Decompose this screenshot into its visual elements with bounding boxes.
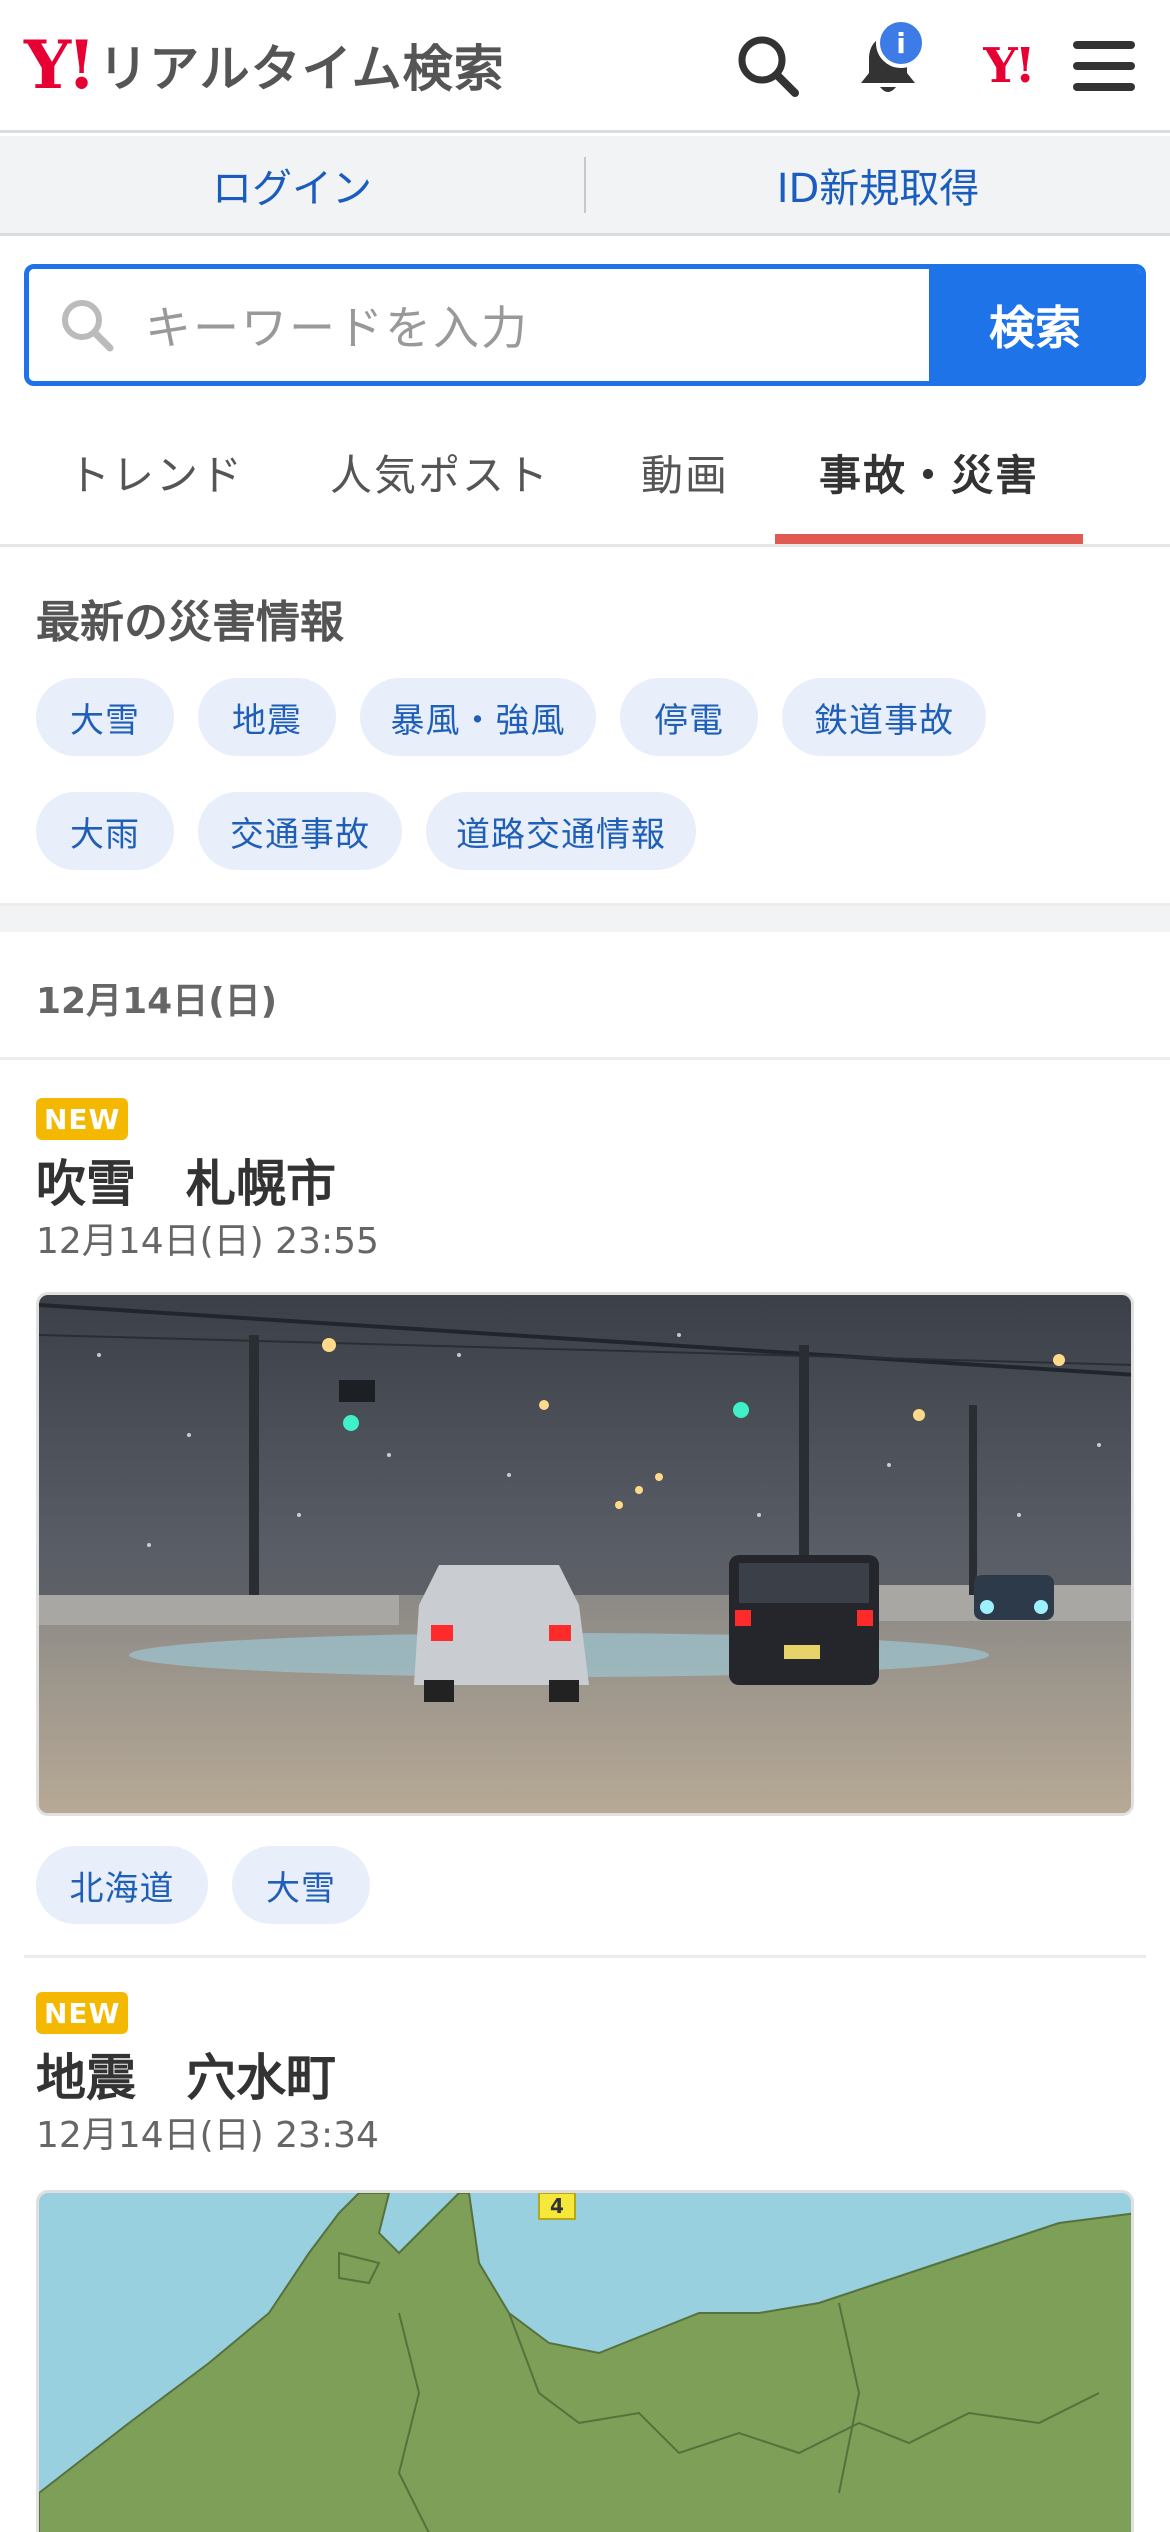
date-label: 12月14日(日) — [36, 981, 278, 1022]
search-input[interactable]: キーワードを入力 — [29, 269, 929, 381]
tab-video[interactable]: 動画 — [610, 400, 760, 544]
post-card[interactable]: NEW 吹雪 札幌市 12月14日(日) 23:55 北海道 大雪 — [0, 1060, 1170, 1960]
notification-bell-button[interactable]: i — [850, 18, 926, 104]
chip-heavy-snow[interactable]: 大雪 — [36, 678, 174, 756]
new-badge: NEW — [36, 1098, 129, 1140]
chip-power-outage[interactable]: 停電 — [620, 678, 758, 756]
date-header: 12月14日(日) — [0, 932, 1170, 1060]
chip-road-traffic[interactable]: 道路交通情報 — [426, 792, 696, 870]
section-title: 最新の災害情報 — [36, 597, 344, 648]
intensity-map-image: 4 — [39, 2193, 1131, 2532]
login-link[interactable]: ログイン — [0, 136, 584, 233]
snowstorm-photo[interactable] — [36, 1292, 1134, 1816]
post-title[interactable]: 地震 穴水町 — [36, 2038, 336, 2110]
tab-accident-disaster[interactable]: 事故・災害 — [775, 400, 1083, 544]
section-gap — [0, 906, 1170, 932]
search-placeholder: キーワードを入力 — [145, 301, 529, 355]
chip-traffic-accident[interactable]: 交通事故 — [198, 792, 402, 870]
notification-badge: i — [876, 18, 926, 68]
search-form: キーワードを入力 検索 — [24, 264, 1146, 386]
search-button[interactable]: 検索 — [929, 269, 1141, 381]
account-bar: ログイン ID新規取得 — [0, 136, 1170, 236]
search-icon[interactable] — [730, 28, 806, 104]
yahoo-japan-icon[interactable]: Y! — [968, 28, 1048, 104]
chip-heavy-rain[interactable]: 大雨 — [36, 792, 174, 870]
tag-heavy-snow[interactable]: 大雪 — [232, 1846, 370, 1924]
register-link[interactable]: ID新規取得 — [586, 136, 1170, 233]
disaster-info-section: 最新の災害情報 大雪 地震 暴風・強風 停電 鉄道事故 大雨 交通事故 道路交通… — [0, 550, 1170, 906]
tag-hokkaido[interactable]: 北海道 — [36, 1846, 208, 1924]
chip-earthquake[interactable]: 地震 — [198, 678, 336, 756]
yahoo-realtime-logo[interactable]: Y! リアルタイム検索 — [24, 30, 505, 100]
post-title[interactable]: 吹雪 札幌市 — [36, 1144, 336, 1216]
search-icon — [62, 300, 114, 352]
new-badge: NEW — [36, 1992, 129, 2034]
logo-text: リアルタイム検索 — [98, 40, 505, 98]
post-card[interactable]: NEW 地震 穴水町 12月14日(日) 23:34 4 — [0, 1958, 1170, 2532]
logo-mark: Y! — [24, 26, 96, 104]
earthquake-map[interactable]: 4 — [36, 2190, 1134, 2532]
active-tab-indicator — [775, 534, 1083, 544]
tab-popular-posts[interactable]: 人気ポスト — [310, 400, 570, 544]
app-header: Y! リアルタイム検索 i Y! — [0, 0, 1170, 133]
category-tabs: トレンド 人気ポスト 動画 事故・災害 — [0, 400, 1170, 547]
intensity-label: 4 — [550, 2194, 564, 2218]
chip-rail-accident[interactable]: 鉄道事故 — [782, 678, 986, 756]
post-time: 12月14日(日) 23:34 — [36, 2115, 379, 2156]
tab-trend[interactable]: トレンド — [36, 400, 276, 544]
chip-storm[interactable]: 暴風・強風 — [360, 678, 596, 756]
snowy-road-image — [39, 1295, 1131, 1813]
post-time: 12月14日(日) 23:55 — [36, 1221, 379, 1262]
hamburger-menu-icon[interactable] — [1066, 28, 1142, 104]
